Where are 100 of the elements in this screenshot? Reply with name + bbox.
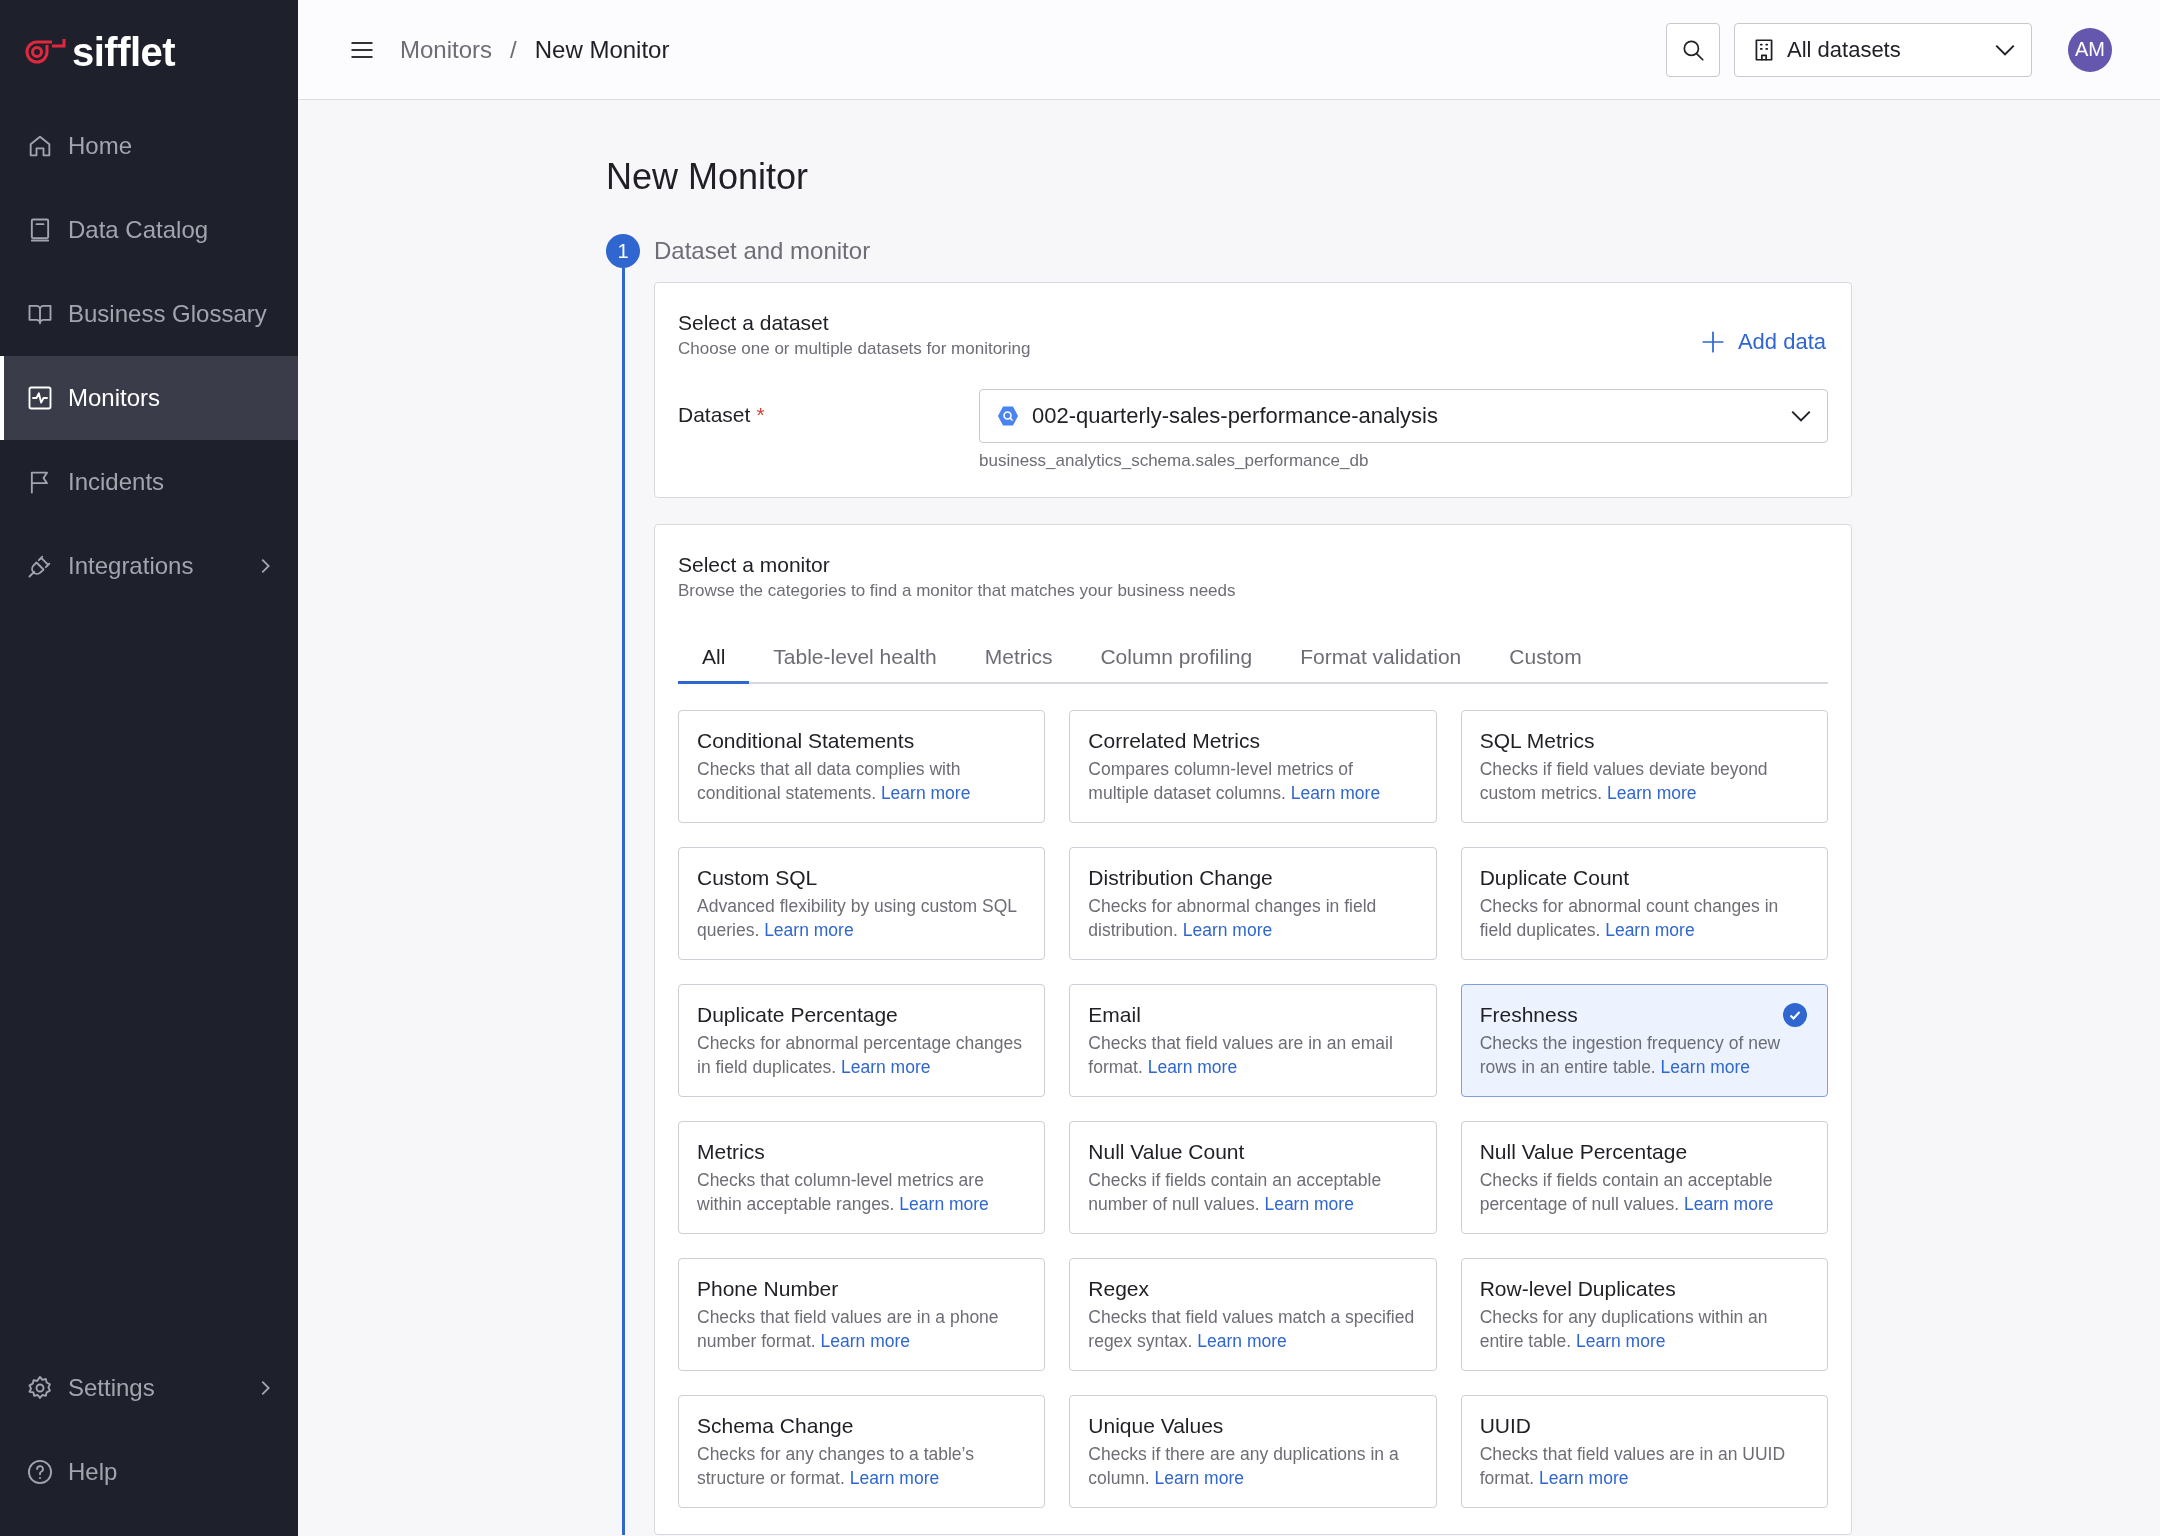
learn-more-link[interactable]: Learn more <box>1154 1468 1244 1488</box>
search-button[interactable] <box>1666 22 1720 77</box>
learn-more-link[interactable]: Learn more <box>764 920 854 940</box>
monitor-name: Custom SQL <box>697 866 819 890</box>
monitor-description: Checks that field values match a specified regex syntax. Learn more <box>1088 1306 1416 1353</box>
monitor-name: SQL Metrics <box>1479 729 1596 753</box>
learn-more-link[interactable]: Learn more <box>1607 783 1697 803</box>
sidebar-item[interactable]: Settings <box>0 1346 298 1430</box>
monitor-option[interactable]: Conditional Statements Checks that all data complies with conditional statements. Learn more <box>678 710 1046 823</box>
monitor-name: Email <box>1088 1003 1142 1027</box>
learn-more-link[interactable]: Learn more <box>1147 1057 1238 1077</box>
monitor-description: Checks for abnormal count changes in field duplicates. Learn more <box>1479 895 1780 942</box>
monitor-name: Freshness <box>1479 1003 1579 1027</box>
step-number: 1 <box>606 234 640 268</box>
monitor-description: Checks if field values deviate beyond custom metrics. Learn more <box>1479 758 1769 805</box>
sidebar-item[interactable]: Incidents <box>0 440 298 524</box>
monitor-description: Compares column-level metrics of multiple dataset columns. Learn more <box>1088 758 1382 805</box>
monitor-option[interactable]: Schema Change Checks for any changes to a table’s structure or format. Learn more <box>678 1395 1046 1508</box>
monitor-option[interactable]: Regex Checks that field values match a specified regex syntax. Learn more <box>1069 1258 1437 1371</box>
monitor-option[interactable]: Freshness Checks the ingestion frequency of new rows in an entire table. Learn more <box>1460 984 1828 1097</box>
learn-more-link[interactable]: Learn more <box>1576 1331 1666 1351</box>
monitor-name: Duplicate Percentage <box>697 1003 899 1027</box>
monitor-name: Null Value Count <box>1088 1140 1246 1164</box>
monitor-description: Checks that field values are in an UUID format. Learn more <box>1479 1443 1787 1490</box>
sidebar-item[interactable]: Data Catalog <box>0 188 298 272</box>
dataset-select[interactable]: 002-quarterly-sales-performance-analysis <box>979 389 1828 443</box>
monitor-option[interactable]: Null Value Count Checks if fields contain an acceptable number of null values. Learn more <box>1069 1121 1437 1234</box>
learn-more-link[interactable]: Learn more <box>1684 1194 1774 1214</box>
monitor-description: Checks that field values are in a phone number format. Learn more <box>697 1306 1000 1353</box>
monitor-description: Checks that field values are in an email format. Learn more <box>1088 1032 1394 1079</box>
monitor-name: Schema Change <box>697 1414 855 1438</box>
learn-more-link[interactable]: Learn more <box>899 1194 989 1214</box>
learn-more-link[interactable]: Learn more <box>1182 920 1273 940</box>
monitor-description: Checks if fields contain an acceptable number of null values. Learn more <box>1088 1169 1383 1216</box>
monitor-description: Checks if fields contain an acceptable percentage of null values. Learn more <box>1479 1169 1775 1216</box>
sidebar-item[interactable]: Home <box>0 104 298 188</box>
monitor-option[interactable]: UUID Checks that field values are in an UUID format. Learn more <box>1460 1395 1828 1508</box>
learn-more-link[interactable]: Learn more <box>820 1331 911 1351</box>
user-avatar[interactable]: AM <box>2068 27 2112 72</box>
monitor-name: Duplicate Count <box>1479 866 1631 890</box>
breadcrumb-separator: / <box>510 35 517 64</box>
monitor-description: Checks that all data complies with conditional statements. Learn more <box>697 758 972 805</box>
monitor-option[interactable]: Custom SQL Advanced flexibility by using custom SQL queries. Learn more <box>678 847 1046 960</box>
sidebar-item[interactable]: Integrations <box>0 524 298 608</box>
monitor-description: Checks if there are any duplications in a column. Learn more <box>1088 1443 1400 1490</box>
monitor-option[interactable]: Duplicate Count Checks for abnormal count changes in field duplicates. Learn more <box>1460 847 1828 960</box>
sidebar-item[interactable]: Help <box>0 1430 298 1514</box>
category-tab[interactable]: All <box>678 645 750 684</box>
learn-more-link[interactable]: Learn more <box>1660 1057 1751 1077</box>
field-label: Dataset * <box>678 402 766 427</box>
monitor-option[interactable]: Duplicate Percentage Checks for abnormal percentage changes in field duplicates. Learn more <box>678 984 1046 1097</box>
monitor-name: Null Value Percentage <box>1479 1140 1689 1164</box>
monitor-name: Regex <box>1088 1277 1151 1301</box>
sidebar-item[interactable]: Monitors <box>0 356 298 440</box>
monitor-description: Checks for any changes to a table’s structure or format. Learn more <box>697 1443 975 1490</box>
chevron-down-icon <box>1791 410 1811 422</box>
category-tab[interactable]: Format validation <box>1276 645 1486 684</box>
monitor-name: Phone Number <box>697 1277 840 1301</box>
category-tab[interactable]: Column profiling <box>1076 645 1277 684</box>
monitor-option[interactable]: Email Checks that field values are in an email format. Learn more <box>1069 984 1437 1097</box>
category-tab[interactable]: Custom <box>1485 645 1606 684</box>
help-icon <box>26 1458 54 1486</box>
learn-more-link[interactable]: Learn more <box>1290 783 1381 803</box>
monitor-option[interactable]: Row-level Duplicates Checks for any duplications within an entire table. Learn more <box>1460 1258 1828 1371</box>
section-subtitle: Choose one or multiple datasets for monitoring <box>678 339 1032 359</box>
section-subtitle: Browse the categories to find a monitor that matches your business needs <box>678 581 1237 601</box>
monitor-option[interactable]: Unique Values Checks if there are any duplications in a column. Learn more <box>1069 1395 1437 1508</box>
learn-more-link[interactable]: Learn more <box>849 1468 940 1488</box>
sidebar-item[interactable]: Business Glossary <box>0 272 298 356</box>
section-title: Select a monitor <box>678 553 831 577</box>
category-tab[interactable]: Table-level health <box>749 645 961 684</box>
add-data-button[interactable]: Add data <box>1697 321 1828 363</box>
monitor-name: Row-level Duplicates <box>1479 1277 1677 1301</box>
monitor-description: Checks the ingestion frequency of new rows in an entire table. Learn more <box>1479 1032 1782 1079</box>
learn-more-link[interactable]: Learn more <box>1197 1331 1287 1351</box>
monitor-name: Correlated Metrics <box>1088 729 1261 753</box>
dataset-filter-dropdown[interactable]: All datasets <box>1734 22 2032 77</box>
monitor-description: Advanced flexibility by using custom SQL queries. Learn more <box>697 895 1018 942</box>
monitor-name: Distribution Change <box>1088 866 1274 890</box>
monitor-description: Checks for abnormal percentage changes in field duplicates. Learn more <box>697 1032 1023 1079</box>
learn-more-link[interactable]: Learn more <box>880 783 971 803</box>
monitor-option[interactable]: Null Value Percentage Checks if fields contain an acceptable percentage of null values. Learn more <box>1460 1121 1828 1234</box>
learn-more-link[interactable]: Learn more <box>1264 1194 1354 1214</box>
breadcrumb-item[interactable]: Monitors <box>400 35 493 64</box>
learn-more-link[interactable]: Learn more <box>841 1057 931 1077</box>
monitor-name: Conditional Statements <box>697 729 916 753</box>
hexagon-icon <box>996 404 1020 428</box>
monitor-option[interactable]: Distribution Change Checks for abnormal changes in field distribution. Learn more <box>1069 847 1437 960</box>
monitor-option[interactable]: Correlated Metrics Compares column-level metrics of multiple dataset columns. Learn more <box>1069 710 1437 823</box>
pulse-chart-icon <box>26 384 54 412</box>
monitor-option[interactable]: Phone Number Checks that field values are in a phone number format. Learn more <box>678 1258 1046 1371</box>
chevron-down-icon <box>1995 43 2015 56</box>
learn-more-link[interactable]: Learn more <box>1605 920 1695 940</box>
logo-text: sifflet <box>72 29 176 75</box>
monitor-option[interactable]: SQL Metrics Checks if field values deviate beyond custom metrics. Learn more <box>1460 710 1828 823</box>
monitor-description: Checks that column-level metrics are within acceptable ranges. Learn more <box>697 1169 990 1216</box>
monitor-option[interactable]: Metrics Checks that column-level metrics are within acceptable ranges. Learn more <box>678 1121 1046 1234</box>
learn-more-link[interactable]: Learn more <box>1539 1468 1629 1488</box>
category-tab[interactable]: Metrics <box>960 645 1077 684</box>
checkmark-icon <box>1783 1003 1807 1027</box>
